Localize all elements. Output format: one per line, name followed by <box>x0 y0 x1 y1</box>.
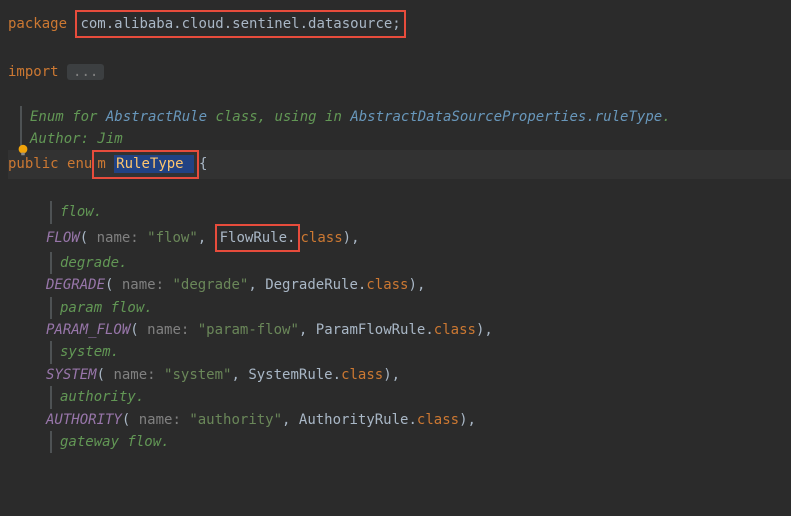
rule-highlight-box: FlowRule. <box>215 224 301 252</box>
javadoc-line-1: Enum for AbstractRule class, using in Ab… <box>20 106 791 128</box>
parameter-hint: name: <box>139 319 198 341</box>
import-keyword: import <box>8 61 67 83</box>
class-keyword: class <box>434 319 476 341</box>
enum-constant-doc: flow. <box>50 201 791 223</box>
javadoc-author: Author: Jim <box>30 128 123 150</box>
enum-constant-name: SYSTEM <box>46 364 97 386</box>
blank-line-3 <box>8 179 791 201</box>
enum-declaration-line[interactable]: public enum RuleType { <box>8 150 791 178</box>
javadoc-text: Enum for <box>30 106 106 128</box>
rule-class-ref[interactable]: SystemRule <box>248 364 332 386</box>
enum-name[interactable]: RuleType <box>114 155 194 173</box>
enum-body: flow.FLOW( name: "flow", FlowRule.class)… <box>8 201 791 453</box>
enum-constant-doc: authority. <box>50 386 791 408</box>
blank-line <box>8 38 791 60</box>
enum-constant-line[interactable]: AUTHORITY( name: "authority", AuthorityR… <box>8 409 791 431</box>
enum-constant-line[interactable]: FLOW( name: "flow", FlowRule.class), <box>8 224 791 252</box>
enum-constant-line[interactable]: PARAM_FLOW( name: "param-flow", ParamFlo… <box>8 319 791 341</box>
rule-class-ref[interactable]: DegradeRule <box>265 274 358 296</box>
import-line[interactable]: import ... <box>8 61 791 83</box>
enum-constant-doc: gateway flow. <box>50 431 791 453</box>
enum-constant-doc-text: flow. <box>60 201 102 223</box>
parameter-hint: name: <box>105 364 164 386</box>
class-keyword: class <box>341 364 383 386</box>
package-keyword: package <box>8 13 75 35</box>
class-keyword: class <box>366 274 408 296</box>
string-literal: "degrade" <box>172 274 248 296</box>
enum-constant-doc-text: degrade. <box>60 252 127 274</box>
javadoc-link-properties[interactable]: AbstractDataSourceProperties.ruleType <box>350 106 662 128</box>
string-literal: "system" <box>164 364 231 386</box>
import-fold-icon[interactable]: ... <box>67 64 104 80</box>
enum-constant-doc-text: authority. <box>60 386 144 408</box>
blank-line-2 <box>8 83 791 105</box>
enum-constant-doc-text: param flow. <box>60 297 153 319</box>
javadoc-link-abstractrule[interactable]: AbstractRule <box>106 106 207 128</box>
enum-constant-doc-text: gateway flow. <box>60 431 170 453</box>
enum-constant-line[interactable]: DEGRADE( name: "degrade", DegradeRule.cl… <box>8 274 791 296</box>
parameter-hint: name: <box>113 274 172 296</box>
rule-class-ref[interactable]: AuthorityRule <box>299 409 409 431</box>
enum-constant-line[interactable]: SYSTEM( name: "system", SystemRule.class… <box>8 364 791 386</box>
enum-constant-name: DEGRADE <box>46 274 105 296</box>
enum-constant-doc: degrade. <box>50 252 791 274</box>
enum-constant-doc-text: system. <box>60 341 119 363</box>
rule-class-ref[interactable]: FlowRule <box>220 230 287 246</box>
parameter-hint: name: <box>130 409 189 431</box>
package-highlight-box: com.alibaba.cloud.sentinel.datasource; <box>75 10 405 38</box>
enum-constant-doc: system. <box>50 341 791 363</box>
javadoc-line-2: Author: Jim <box>20 128 791 150</box>
class-keyword: class <box>300 227 342 249</box>
enum-constant-name: FLOW <box>46 227 80 249</box>
string-literal: "flow" <box>147 227 198 249</box>
package-name: com.alibaba.cloud.sentinel.datasource; <box>80 16 400 32</box>
enum-keyword-part1: enu <box>67 153 92 175</box>
enum-constant-name: PARAM_FLOW <box>46 319 130 341</box>
string-literal: "authority" <box>189 409 282 431</box>
package-line: package com.alibaba.cloud.sentinel.datas… <box>8 10 791 38</box>
enum-constant-name: AUTHORITY <box>46 409 122 431</box>
enum-constant-doc: param flow. <box>50 297 791 319</box>
rule-class-ref[interactable]: ParamFlowRule <box>316 319 426 341</box>
intention-bulb-icon[interactable] <box>16 142 30 156</box>
enum-name-highlight-box: m RuleType <box>92 150 199 178</box>
parameter-hint: name: <box>88 227 147 249</box>
class-keyword: class <box>417 409 459 431</box>
string-literal: "param-flow" <box>198 319 299 341</box>
